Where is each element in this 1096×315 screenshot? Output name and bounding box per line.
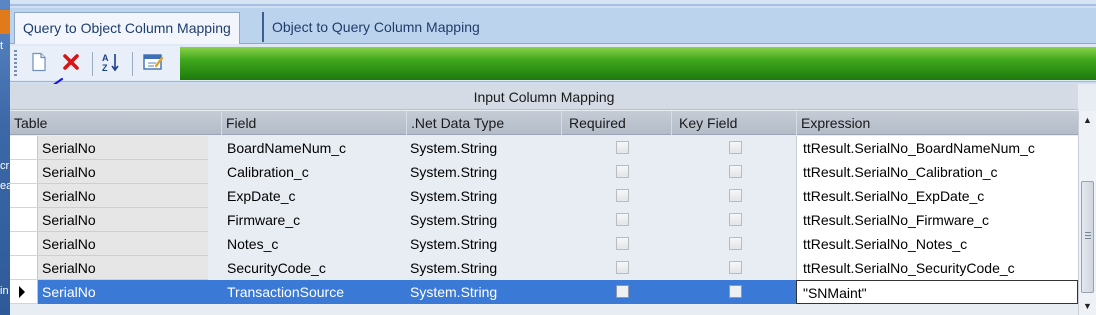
edit-properties-button[interactable] [140, 50, 166, 76]
scroll-thumb[interactable] [1081, 181, 1094, 293]
key-field-checkbox[interactable] [729, 213, 742, 226]
required-checkbox[interactable] [616, 261, 629, 274]
tab-strip: Query to Object Column Mapping Object to… [10, 8, 1096, 44]
svg-text:Z: Z [102, 63, 108, 73]
table-row[interactable]: SerialNo SecurityCode_c System.String ttRes… [10, 256, 1078, 280]
cell-type[interactable]: System.String [406, 208, 556, 232]
edit-properties-icon [142, 52, 164, 75]
cell-table[interactable]: SerialNo [38, 184, 208, 208]
key-field-checkbox[interactable] [729, 261, 742, 274]
desktop-text-fragment: t [0, 40, 4, 52]
cell-table[interactable]: SerialNo [38, 232, 208, 256]
required-checkbox[interactable] [616, 165, 629, 178]
required-checkbox[interactable] [616, 285, 629, 298]
key-field-checkbox[interactable] [729, 141, 742, 154]
cell-table[interactable]: SerialNo [38, 280, 208, 304]
table-row[interactable]: SerialNo ExpDate_c System.String ttResult.S… [10, 184, 1078, 208]
cell-expression[interactable]: ttResult.SerialNo_ExpDate_c [796, 184, 1078, 208]
cell-expression[interactable]: ttResult.SerialNo_SecurityCode_c [796, 256, 1078, 280]
key-field-checkbox[interactable] [729, 189, 742, 202]
desktop-text-fragment: ea [0, 180, 10, 192]
cell-field[interactable]: TransactionSource [221, 280, 401, 304]
key-field-checkbox[interactable] [729, 285, 742, 298]
mapping-window: Query to Object Column Mapping Object to… [10, 0, 1096, 315]
desktop-text-fragment: in [0, 285, 9, 297]
vertical-scrollbar[interactable]: ▲ ▼ [1078, 111, 1096, 315]
desktop-text-fragment: cr [0, 160, 10, 172]
desktop-edge: t cr ea in [0, 0, 10, 315]
cell-table[interactable]: SerialNo [38, 136, 208, 160]
key-field-checkbox[interactable] [729, 165, 742, 178]
window-top-border [10, 0, 1096, 6]
cell-table[interactable]: SerialNo [38, 256, 208, 280]
cell-type[interactable]: System.String [406, 256, 556, 280]
cell-field[interactable]: Notes_c [221, 232, 401, 256]
key-field-checkbox[interactable] [729, 237, 742, 250]
table-row[interactable]: SerialNo Notes_c System.String ttResult.Ser… [10, 232, 1078, 256]
desktop-orange-icon [0, 10, 10, 34]
column-header-expression[interactable]: Expression [796, 111, 1078, 135]
grid-header: Table Field .Net Data Type Required Key … [10, 111, 1078, 135]
toolbar-grip[interactable] [14, 50, 17, 76]
required-checkbox[interactable] [616, 213, 629, 226]
tab-query-to-object[interactable]: Query to Object Column Mapping [14, 12, 240, 44]
cell-type[interactable]: System.String [406, 184, 556, 208]
cell-expression[interactable]: ttResult.SerialNo_BoardNameNum_c [796, 136, 1078, 160]
cell-table[interactable]: SerialNo [38, 160, 208, 184]
svg-text:A: A [102, 53, 109, 63]
cell-type[interactable]: System.String [406, 232, 556, 256]
scroll-down-arrow-icon[interactable]: ▼ [1079, 297, 1096, 315]
tab-object-to-query[interactable]: Object to Query Column Mapping [262, 12, 488, 42]
cell-expression[interactable]: ttResult.SerialNo_Notes_c [796, 232, 1078, 256]
required-checkbox[interactable] [616, 189, 629, 202]
scroll-up-arrow-icon[interactable]: ▲ [1079, 111, 1096, 129]
cell-expression[interactable]: ttResult.SerialNo_Calibration_c [796, 160, 1078, 184]
table-row[interactable]: SerialNo BoardNameNum_c System.String ttRes… [10, 136, 1078, 160]
cell-field[interactable]: ExpDate_c [221, 184, 401, 208]
table-row[interactable]: SerialNo TransactionSource System.String "S… [10, 280, 1078, 304]
row-selector[interactable] [10, 208, 38, 232]
grid-caption: Input Column Mapping [10, 84, 1078, 110]
row-selector[interactable] [10, 232, 38, 256]
row-selector[interactable] [10, 184, 38, 208]
required-checkbox[interactable] [616, 237, 629, 250]
cell-expression[interactable]: ttResult.SerialNo_Firmware_c [796, 208, 1078, 232]
cell-field[interactable]: Calibration_c [221, 160, 401, 184]
row-selector[interactable] [10, 136, 38, 160]
row-selector[interactable] [10, 256, 38, 280]
column-header-key-field[interactable]: Key Field [671, 111, 796, 135]
cell-field[interactable]: SecurityCode_c [221, 256, 401, 280]
column-header-type[interactable]: .Net Data Type [406, 111, 561, 135]
column-header-required[interactable]: Required [561, 111, 671, 135]
cell-table[interactable]: SerialNo [38, 208, 208, 232]
table-row[interactable]: SerialNo Firmware_c System.String ttResult.… [10, 208, 1078, 232]
table-row[interactable]: SerialNo Calibration_c System.String ttResu… [10, 160, 1078, 184]
current-row-arrow-icon [19, 286, 25, 298]
cell-field[interactable]: Firmware_c [221, 208, 401, 232]
row-selector[interactable] [10, 280, 38, 304]
column-mapping-grid: Input Column Mapping Table Field .Net Da… [10, 84, 1096, 315]
required-checkbox[interactable] [616, 141, 629, 154]
row-selector[interactable] [10, 160, 38, 184]
cell-type[interactable]: System.String [406, 160, 556, 184]
cell-expression[interactable]: "SNMaint" [796, 280, 1078, 304]
toolbar-green-band [180, 47, 1096, 80]
toolbar: A Z [10, 44, 1096, 82]
toolbar-separator [132, 52, 133, 76]
cell-type[interactable]: System.String [406, 136, 556, 160]
column-header-table[interactable]: Table [10, 111, 221, 135]
cell-type[interactable]: System.String [406, 280, 556, 304]
cell-field[interactable]: BoardNameNum_c [221, 136, 401, 160]
column-header-field[interactable]: Field [221, 111, 406, 135]
